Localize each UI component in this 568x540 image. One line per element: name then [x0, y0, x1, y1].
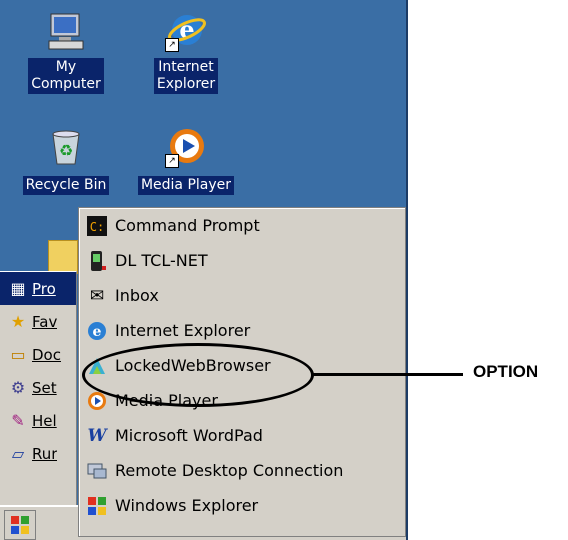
programs-folder-icon: ▦ — [10, 279, 26, 298]
start-item-favorites[interactable]: ★ Fav — [0, 305, 76, 338]
annotation-label: OPTION — [473, 362, 539, 381]
settings-icon: ⚙ — [10, 378, 26, 397]
menu-item-command-prompt[interactable]: C: Command Prompt — [79, 208, 405, 243]
shortcut-arrow-icon: ↗ — [165, 38, 179, 52]
desktop-icon-internet-explorer[interactable]: e ↗ Internet Explorer — [134, 10, 238, 94]
annotation-leader-line — [313, 373, 463, 376]
internet-explorer-icon: e — [85, 319, 109, 343]
start-item-help[interactable]: ✎ Hel — [0, 404, 76, 437]
media-player-icon: ↗ — [165, 126, 207, 168]
menu-item-wordpad[interactable]: W Microsoft WordPad — [79, 418, 405, 453]
svg-text:e: e — [93, 324, 102, 340]
internet-explorer-icon: e ↗ — [165, 10, 207, 52]
desktop-icon-my-computer[interactable]: My Computer — [14, 10, 118, 94]
inbox-icon: ✉ — [89, 285, 105, 306]
start-item-run[interactable]: ▱ Rur — [0, 437, 76, 470]
svg-text:C:: C: — [90, 220, 104, 234]
start-button[interactable] — [4, 510, 36, 540]
windows-logo-icon — [11, 516, 29, 534]
desktop-icon-label: Recycle Bin — [22, 176, 110, 195]
menu-item-windows-explorer[interactable]: Windows Explorer — [79, 488, 405, 523]
start-menu: ▦ Pro ★ Fav ▭ Doc ⚙ Set ✎ Hel ▱ Rur — [0, 271, 77, 506]
desktop-icon-label: Media Player — [137, 176, 235, 195]
remote-desktop-icon — [85, 459, 109, 483]
desktop-icon-label: My Computer — [28, 58, 104, 94]
windows-explorer-icon — [85, 494, 109, 518]
desktop-icon-label: Internet Explorer — [153, 58, 219, 94]
command-prompt-icon: C: — [85, 214, 109, 238]
desktop-icon-media-player[interactable]: ↗ Media Player — [134, 126, 238, 195]
start-item-programs[interactable]: ▦ Pro — [0, 272, 76, 305]
my-computer-icon — [45, 10, 87, 52]
menu-item-internet-explorer[interactable]: e Internet Explorer — [79, 313, 405, 348]
annotation-ellipse — [82, 343, 314, 407]
menu-item-inbox[interactable]: ✉ Inbox — [79, 278, 405, 313]
wordpad-icon: W — [87, 425, 107, 446]
desktop-icon-recycle-bin[interactable]: ♻ Recycle Bin — [14, 126, 118, 195]
svg-text:♻: ♻ — [59, 141, 73, 160]
run-icon: ▱ — [11, 444, 25, 463]
recycle-bin-icon: ♻ — [45, 126, 87, 168]
help-book-icon: ✎ — [11, 411, 25, 430]
documents-icon: ▭ — [10, 345, 26, 364]
favorites-star-icon: ★ — [10, 312, 26, 331]
start-item-settings[interactable]: ⚙ Set — [0, 371, 76, 404]
device-icon — [85, 249, 109, 273]
shortcut-arrow-icon: ↗ — [165, 154, 179, 168]
folder-icon — [48, 240, 78, 274]
menu-item-remote-desktop[interactable]: Remote Desktop Connection — [79, 453, 405, 488]
start-item-documents[interactable]: ▭ Doc — [0, 338, 76, 371]
menu-item-dl-tcl-net[interactable]: DL TCL-NET — [79, 243, 405, 278]
device-screen: My Computer e ↗ Internet Explorer ♻ Recy… — [0, 0, 408, 540]
